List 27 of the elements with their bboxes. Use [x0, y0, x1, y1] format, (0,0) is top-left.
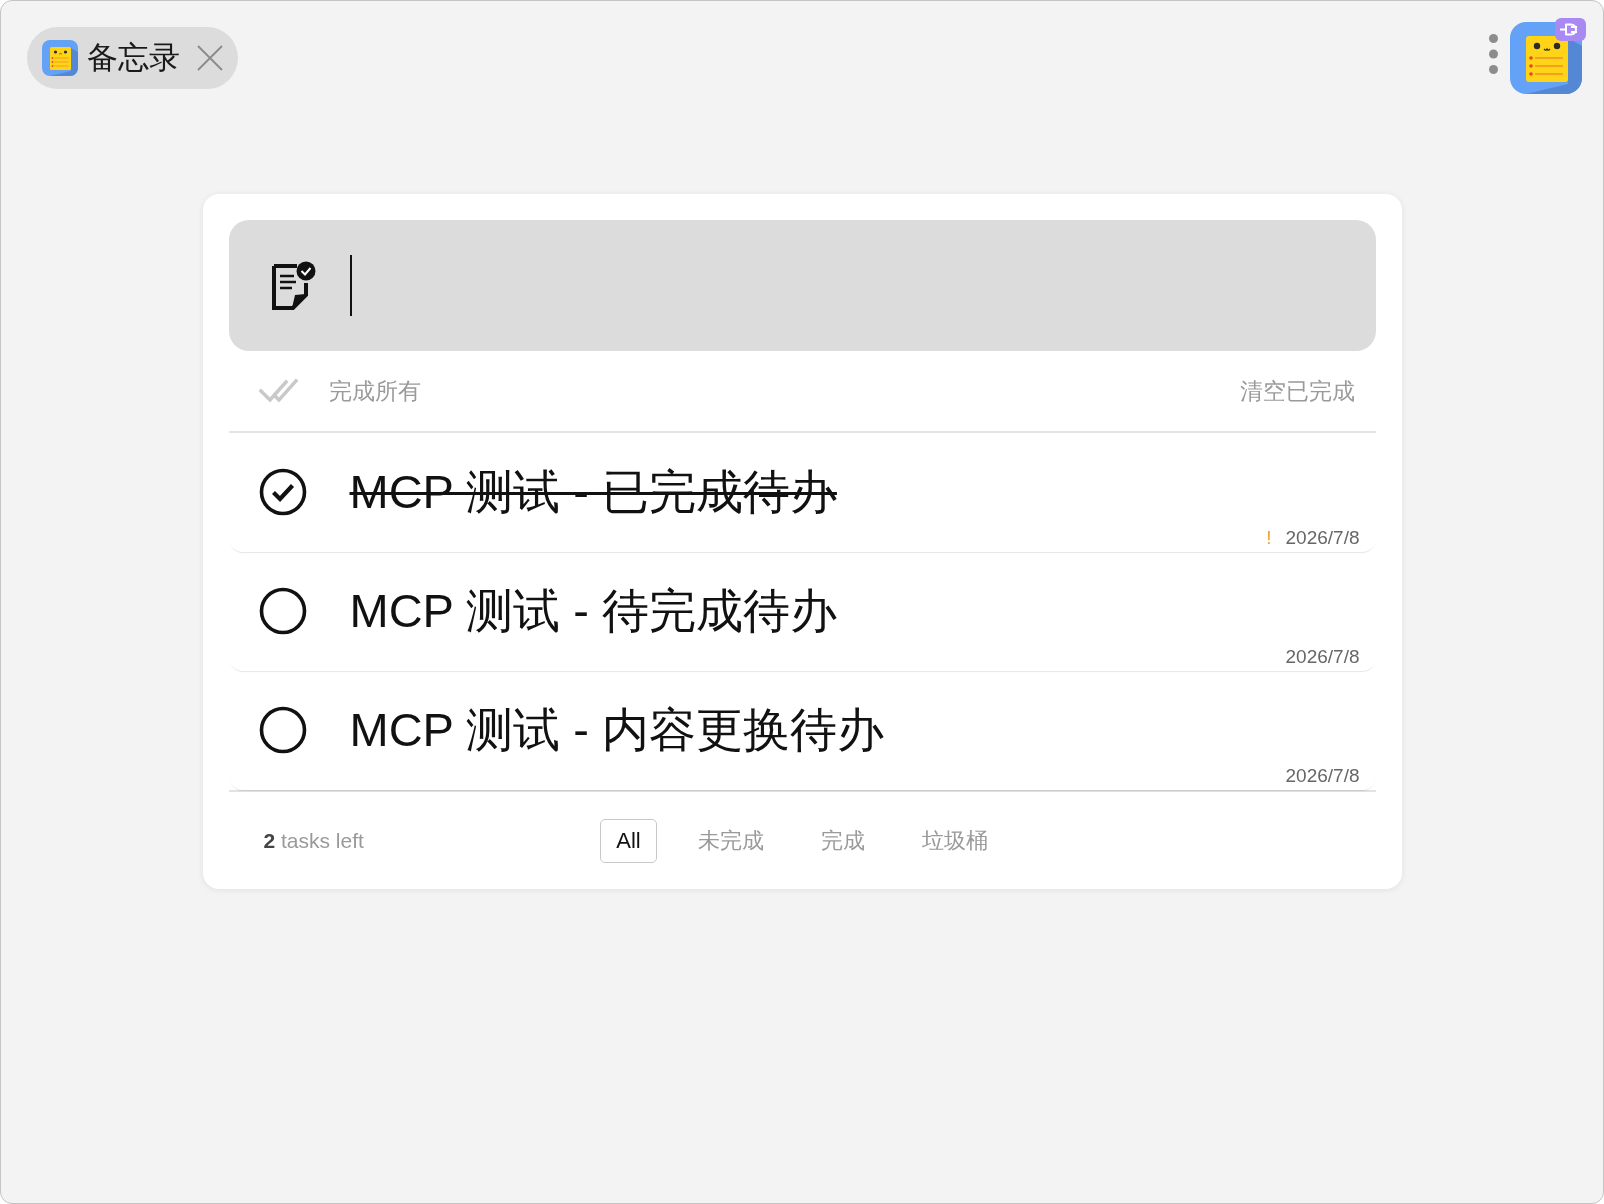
todo-date: 2026/7/8 — [1285, 646, 1360, 668]
text-cursor — [349, 255, 352, 316]
notepad-icon — [42, 40, 78, 76]
todo-date: 2026/7/8 — [1285, 765, 1360, 787]
double-check-icon — [258, 377, 299, 405]
priority-mark: ! — [1266, 527, 1272, 549]
complete-all-button[interactable]: 完成所有 — [258, 375, 421, 407]
filter-tab[interactable]: 完成 — [804, 818, 881, 863]
todo-title: MCP 测试 - 内容更换待办 — [349, 701, 884, 758]
todo-date: 2026/7/8 — [1285, 527, 1360, 549]
filter-tab[interactable]: All — [600, 818, 657, 863]
empty-circle-icon[interactable] — [258, 706, 307, 754]
todo-title: MCP 测试 - 已完成待办 — [349, 463, 837, 520]
tasks-left-count: 2 tasks left — [263, 828, 364, 853]
filter-tab[interactable]: 未完成 — [681, 818, 780, 863]
close-icon[interactable] — [197, 45, 223, 71]
note-check-icon — [269, 260, 316, 311]
more-options-icon[interactable] — [1489, 34, 1498, 74]
clear-completed-button[interactable]: 清空已完成 — [1239, 375, 1355, 407]
plug-badge-icon — [1555, 18, 1586, 41]
empty-circle-icon[interactable] — [258, 587, 307, 635]
todo-title: MCP 测试 - 待完成待办 — [349, 582, 837, 639]
new-todo-field[interactable] — [228, 220, 1376, 351]
checked-circle-icon[interactable] — [258, 468, 307, 516]
app-tab[interactable]: 备忘录 — [27, 27, 238, 89]
filter-tab[interactable]: 垃圾桶 — [905, 818, 1004, 863]
notepad-app-icon[interactable] — [1510, 22, 1582, 94]
